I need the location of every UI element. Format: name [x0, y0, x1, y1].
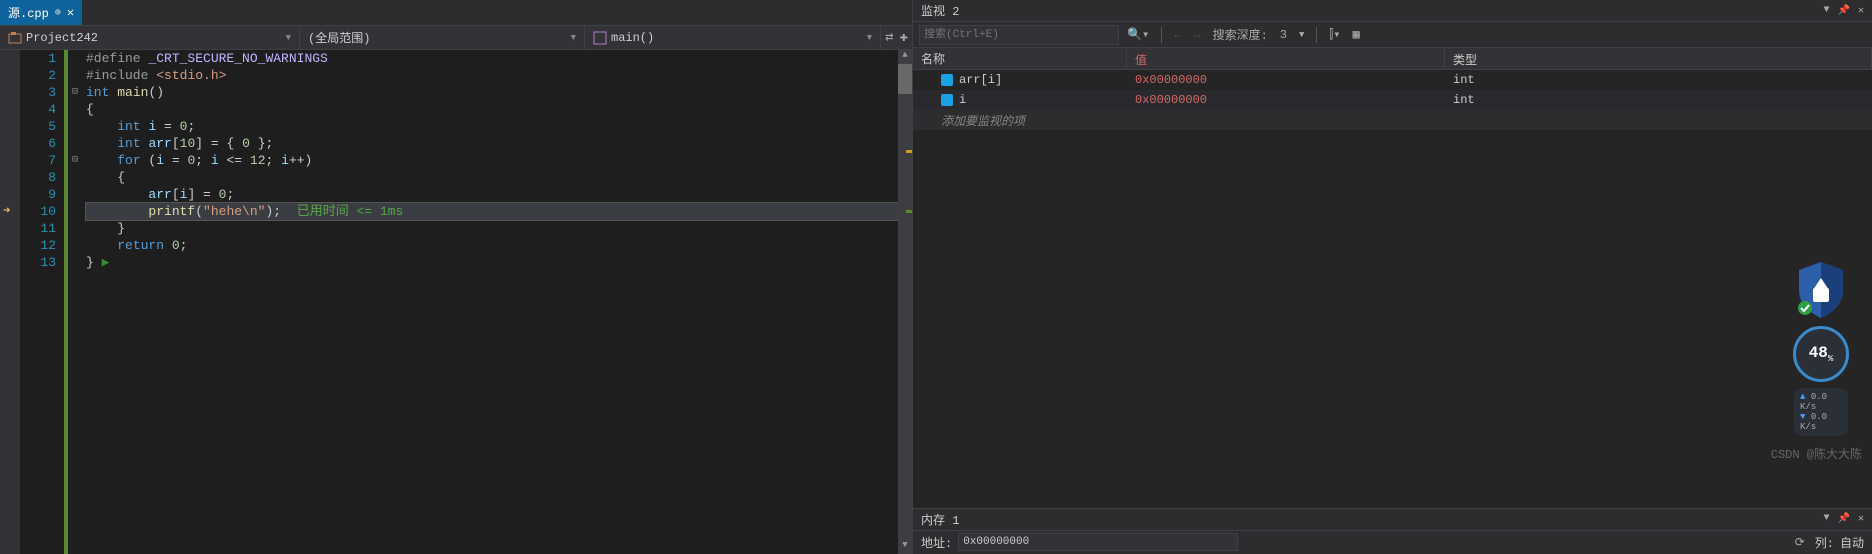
network-speed: 0.0 K/s 0.0 K/s — [1794, 388, 1848, 436]
code-line[interactable]: arr[i] = 0; — [86, 186, 898, 203]
tab-bar: 源.cpp ⊕ ✕ — [0, 0, 912, 26]
code-line[interactable]: } ▶ — [86, 254, 898, 271]
code-line[interactable]: printf("hehe\n"); 已用时间 <= 1ms — [86, 203, 898, 220]
add-button[interactable]: ✚ — [900, 29, 908, 46]
watch-empty-area: 48% 0.0 K/s 0.0 K/s CSDN @陈大大陈 — [913, 130, 1872, 508]
variable-icon — [941, 94, 953, 106]
vertical-scrollbar[interactable]: ▲ ▼ — [898, 50, 912, 554]
pin-icon[interactable]: 📌 — [1838, 513, 1850, 525]
col-value[interactable]: 值 — [1127, 48, 1445, 69]
code-line[interactable]: return 0; — [86, 237, 898, 254]
watch-panel-title: 监视 2 ▼ 📌 ✕ — [913, 0, 1872, 22]
addr-input[interactable] — [958, 533, 1238, 551]
search-input[interactable] — [919, 25, 1119, 45]
dropdown-icon[interactable]: ▼ — [1824, 513, 1830, 525]
tab-filename: 源.cpp — [8, 4, 49, 21]
cpu-gauge: 48% — [1793, 326, 1849, 382]
code-line[interactable]: int main() — [86, 84, 898, 101]
breadcrumb-project[interactable]: Project242 ▼ — [0, 26, 300, 49]
shield-icon — [1793, 260, 1849, 320]
watch-row[interactable]: arr[i]0x00000000int — [913, 70, 1872, 90]
chevron-down-icon: ▼ — [571, 33, 576, 43]
depth-value[interactable]: 3 — [1276, 28, 1291, 42]
add-watch-item[interactable]: 添加要监视的项 — [913, 110, 1872, 130]
breadcrumb-scope[interactable]: (全局范围) ▼ — [300, 26, 585, 49]
swap-button[interactable]: ⇄ — [885, 29, 893, 46]
function-icon — [593, 31, 607, 45]
refresh-icon[interactable]: ⟳ — [1791, 535, 1809, 550]
pin-icon[interactable]: 📌 — [1838, 5, 1850, 17]
code-line[interactable]: int arr[10] = { 0 }; — [86, 135, 898, 152]
execution-pointer-icon: ➜ — [3, 203, 10, 218]
chevron-down-icon: ▼ — [867, 33, 872, 43]
watermark: CSDN @陈大大陈 — [1771, 445, 1862, 462]
code-editor[interactable]: ➜ 12345678910111213 ⊟⊟ #define _CRT_SECU… — [0, 50, 912, 554]
dropdown-icon[interactable]: ▼ — [1824, 5, 1830, 17]
fold-gutter[interactable]: ⊟⊟ — [68, 50, 82, 554]
close-icon[interactable]: ✕ — [67, 5, 74, 20]
pin-icon[interactable]: ⊕ — [55, 7, 61, 19]
watch-table-header: 名称 值 类型 — [913, 48, 1872, 70]
close-icon[interactable]: ✕ — [1858, 5, 1864, 17]
code-line[interactable]: #include <stdio.h> — [86, 67, 898, 84]
code-line[interactable]: } — [86, 220, 898, 237]
depth-label: 搜索深度: — [1209, 26, 1272, 43]
col-label: 列: — [1815, 534, 1834, 551]
search-icon[interactable]: 🔍▾ — [1123, 27, 1153, 42]
breadcrumb-bar: Project242 ▼ (全局范围) ▼ main() ▼ ⇄ ✚ — [0, 26, 912, 50]
code-area[interactable]: #define _CRT_SECURE_NO_WARNINGS#include … — [82, 50, 898, 554]
breadcrumb-function[interactable]: main() ▼ — [585, 26, 881, 49]
nav-next-button[interactable]: → — [1189, 28, 1204, 42]
code-line[interactable]: { — [86, 101, 898, 118]
chevron-down-icon: ▼ — [286, 33, 291, 43]
line-number-gutter: 12345678910111213 — [20, 50, 64, 554]
file-tab[interactable]: 源.cpp ⊕ ✕ — [0, 0, 82, 25]
system-monitor-widget[interactable]: 48% 0.0 K/s 0.0 K/s — [1786, 260, 1856, 436]
col-name[interactable]: 名称 — [913, 48, 1127, 69]
filter-icon[interactable]: ⫿▾ — [1325, 27, 1344, 42]
close-icon[interactable]: ✕ — [1858, 513, 1864, 525]
chevron-down-icon[interactable]: ▼ — [1295, 30, 1308, 40]
scroll-down-icon[interactable]: ▼ — [898, 540, 912, 554]
code-line[interactable]: { — [86, 169, 898, 186]
code-line[interactable]: for (i = 0; i <= 12; i++) — [86, 152, 898, 169]
col-type[interactable]: 类型 — [1445, 48, 1872, 69]
variable-icon — [941, 74, 953, 86]
col-value[interactable]: 自动 — [1840, 534, 1864, 551]
project-icon — [8, 31, 22, 45]
breakpoint-gutter[interactable]: ➜ — [0, 50, 20, 554]
code-line[interactable]: #define _CRT_SECURE_NO_WARNINGS — [86, 50, 898, 67]
scroll-up-icon[interactable]: ▲ — [898, 50, 912, 64]
scrollbar-thumb[interactable] — [898, 64, 912, 94]
nav-prev-button[interactable]: ← — [1170, 28, 1185, 42]
code-line[interactable]: int i = 0; — [86, 118, 898, 135]
watch-row[interactable]: i0x00000000int — [913, 90, 1872, 110]
watch-table: 名称 值 类型 arr[i]0x00000000inti0x00000000in… — [913, 48, 1872, 130]
watch-toolbar: 🔍▾ ← → 搜索深度: 3 ▼ ⫿▾ ▦ — [913, 22, 1872, 48]
addr-label: 地址: — [921, 534, 952, 551]
group-icon[interactable]: ▦ — [1348, 27, 1363, 42]
memory-panel: 内存 1 ▼ 📌 ✕ 地址: ⟳ 列: 自动 — [913, 508, 1872, 554]
